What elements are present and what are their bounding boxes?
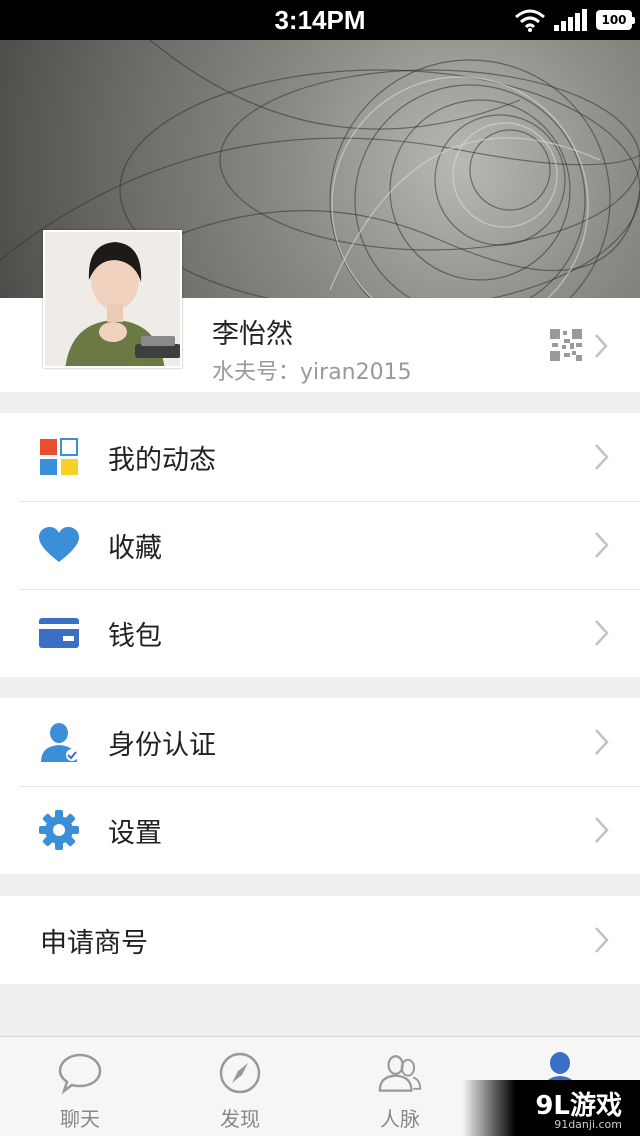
watermark-brand: 9L游戏 <box>535 1091 622 1121</box>
account-id: yiran2015 <box>300 360 412 385</box>
chevron-right-icon <box>595 620 609 646</box>
site-watermark: 9L游戏 91danji.com <box>462 1080 640 1136</box>
tab-discover[interactable]: 发现 <box>160 1037 320 1136</box>
verified-user-icon <box>38 722 80 762</box>
profile-account: 水夫号：yiran2015 <box>212 354 412 386</box>
chevron-right-icon <box>595 334 608 358</box>
menu-item-label: 身份认证 <box>108 729 216 761</box>
me-screen: 3:14PM 100 李怡然 水夫号：yiran2015 我的动态 收藏 钱包 … <box>0 0 640 1136</box>
tab-chat[interactable]: 聊天 <box>0 1037 160 1136</box>
menu-item-label: 钱包 <box>108 620 162 652</box>
menu-item-favorites[interactable]: 收藏 <box>0 501 640 589</box>
compass-icon <box>219 1052 261 1094</box>
avatar-photo <box>45 232 180 366</box>
battery-icon: 100 <box>596 10 635 30</box>
qr-code-icon[interactable] <box>550 329 582 361</box>
chevron-right-icon <box>595 444 609 470</box>
menu-group-personal: 我的动态 收藏 钱包 <box>0 413 640 677</box>
menu-item-moments[interactable]: 我的动态 <box>0 413 640 501</box>
menu-item-label: 收藏 <box>108 532 162 564</box>
wifi-icon <box>515 9 545 32</box>
chevron-right-icon <box>595 817 609 843</box>
chat-bubble-icon <box>58 1053 102 1095</box>
menu-item-label: 设置 <box>108 817 162 849</box>
menu-item-wallet[interactable]: 钱包 <box>0 589 640 677</box>
menu-item-verification[interactable]: 身份认证 <box>0 698 640 786</box>
menu-item-apply-business-id[interactable]: 申请商号 <box>0 896 640 984</box>
watermark-url: 91danji.com <box>554 1118 622 1131</box>
tab-contacts[interactable]: 人脉 <box>320 1037 480 1136</box>
menu-item-settings[interactable]: 设置 <box>0 786 640 874</box>
menu-item-label: 申请商号 <box>40 927 148 959</box>
profile-name: 李怡然 <box>212 319 293 350</box>
account-label: 水夫号： <box>212 360 301 385</box>
status-icons: 100 <box>514 8 635 32</box>
menu-group-account: 身份认证 设置 <box>0 698 640 874</box>
menu-item-label: 我的动态 <box>108 444 216 476</box>
heart-icon <box>38 525 80 565</box>
tab-label: 聊天 <box>60 1107 100 1131</box>
chevron-right-icon <box>595 729 609 755</box>
gear-icon <box>38 810 80 850</box>
moments-icon <box>38 437 80 477</box>
contacts-icon <box>378 1055 422 1092</box>
avatar[interactable] <box>43 230 182 368</box>
status-bar: 3:14PM 100 <box>0 0 640 40</box>
chevron-right-icon <box>595 927 609 953</box>
wallet-card-icon <box>38 613 80 653</box>
tab-label: 人脉 <box>380 1107 420 1131</box>
menu-group-business: 申请商号 <box>0 896 640 984</box>
signal-icon <box>554 9 587 31</box>
tab-label: 发现 <box>220 1107 260 1131</box>
chevron-right-icon <box>595 532 609 558</box>
